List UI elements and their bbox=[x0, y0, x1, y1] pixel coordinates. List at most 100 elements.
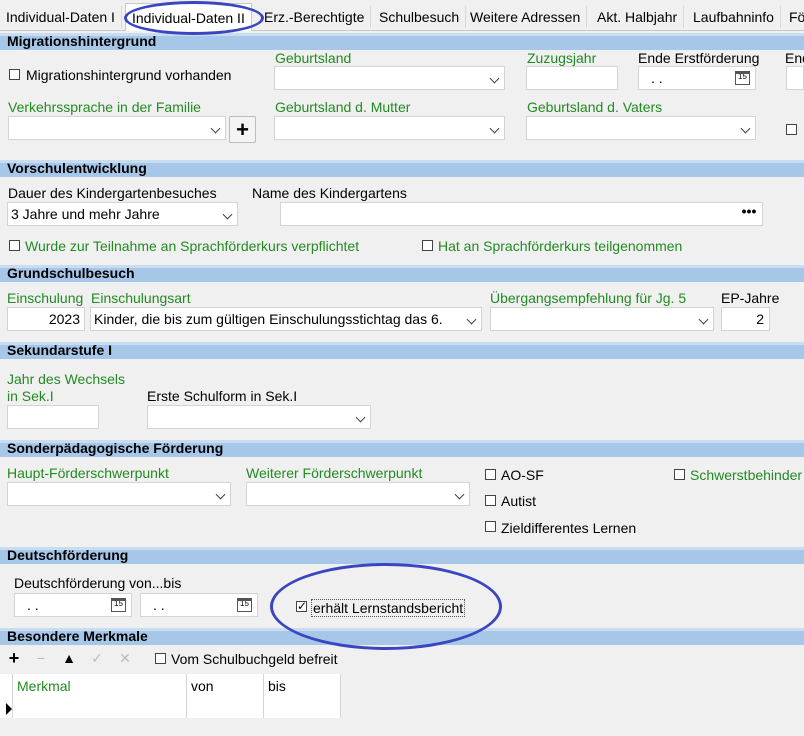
end-cut-field[interactable] bbox=[786, 66, 804, 90]
current-row-indicator-icon bbox=[6, 703, 12, 715]
tab-individual-daten-1[interactable]: Individual-Daten I bbox=[0, 6, 122, 28]
einschulung-input[interactable]: 2023 bbox=[7, 307, 85, 331]
tab-foerder[interactable]: Fö bbox=[783, 6, 804, 28]
geburtsland-mutter-select[interactable] bbox=[274, 116, 505, 140]
geburtsland-vaters-select[interactable] bbox=[526, 116, 756, 140]
chevron-down-icon bbox=[355, 412, 366, 423]
ep-jahre-input[interactable]: 2 bbox=[721, 307, 770, 331]
jahr-wechsel-input[interactable] bbox=[7, 405, 99, 429]
tab-individual-daten-2[interactable]: Individual-Daten II bbox=[125, 3, 252, 31]
geburtsland-mutter-label: Geburtsland d. Mutter bbox=[275, 99, 411, 115]
tab-laufbahninfo[interactable]: Laufbahninfo bbox=[687, 6, 781, 28]
sprachfoerderkurs-teilgenommen-checkbox[interactable] bbox=[422, 240, 433, 251]
more-options-button[interactable]: ••• bbox=[738, 204, 760, 222]
einschulungsart-select[interactable]: Kinder, die bis zum gültigen Einschulung… bbox=[90, 307, 482, 331]
zuzugsjahr-input[interactable] bbox=[526, 66, 618, 90]
deutschfoerderung-bis-date[interactable]: . . 15 bbox=[140, 593, 258, 617]
lernstandsbericht-label: erhält Lernstandsbericht bbox=[311, 599, 466, 617]
section-title: Sekundarstufe I bbox=[7, 342, 113, 358]
zieldifferentes-lernen-label: Zieldifferentes Lernen bbox=[501, 520, 637, 536]
ende-erstfoerderung-date[interactable]: . . 15 bbox=[638, 66, 756, 90]
lernstandsbericht-checkbox[interactable] bbox=[296, 598, 307, 614]
tab-erz-berechtigte[interactable]: Erz.-Berechtigte bbox=[258, 6, 372, 28]
chevron-down-icon bbox=[698, 314, 709, 325]
dauer-kindergarten-select[interactable]: 3 Jahre und mehr Jahre bbox=[7, 202, 238, 226]
add-icon[interactable]: + bbox=[3, 648, 25, 668]
chevron-down-icon bbox=[222, 209, 233, 220]
sprachfoerderkurs-teilgenommen-label: Hat an Sprachförderkurs teilgenommen bbox=[438, 238, 683, 254]
column-header-von[interactable]: von bbox=[187, 674, 264, 718]
tab-akt-halbjahr[interactable]: Akt. Halbjahr bbox=[591, 6, 685, 28]
dauer-kindergarten-value: 3 Jahre und mehr Jahre bbox=[11, 206, 160, 222]
weiterer-foerderschwerpunkt-label: Weiterer Förderschwerpunkt bbox=[246, 465, 423, 481]
section-header-merkmale: Besondere Merkmale bbox=[0, 628, 804, 645]
deutschfoerderung-von-bis-label: Deutschförderung von...bis bbox=[14, 575, 182, 591]
name-kindergarten-input[interactable]: ••• bbox=[280, 202, 763, 226]
calendar-icon[interactable]: 15 bbox=[111, 598, 126, 612]
tab-schulbesuch[interactable]: Schulbesuch bbox=[373, 6, 467, 28]
chevron-down-icon bbox=[740, 123, 751, 134]
ao-sf-label: AO-SF bbox=[501, 467, 544, 483]
deutschfoerderung-bis-value: . . bbox=[153, 597, 165, 613]
sprachfoerderkurs-verpflichtet-checkbox[interactable] bbox=[9, 240, 20, 251]
jahr-wechsel-label-2: in Sek.I bbox=[7, 388, 54, 404]
sprachfoerderkurs-verpflichtet-label: Wurde zur Teilnahme an Sprachförderkurs … bbox=[25, 238, 360, 254]
section-title: Migrationshintergrund bbox=[7, 33, 157, 49]
end-cut-label: End bbox=[785, 50, 804, 66]
chevron-down-icon bbox=[215, 489, 226, 500]
section-title: Deutschförderung bbox=[7, 547, 129, 563]
ep-jahre-label: EP-Jahre bbox=[721, 290, 780, 306]
tab-weitere-adressen[interactable]: Weitere Adressen bbox=[464, 6, 588, 28]
migrationshintergrund-label: Migrationshintergrund vorhanden bbox=[26, 67, 232, 83]
autist-checkbox[interactable] bbox=[485, 495, 496, 506]
remove-icon[interactable]: − bbox=[30, 648, 52, 668]
geburtsland-select[interactable] bbox=[274, 66, 505, 90]
move-up-icon[interactable]: ▲ bbox=[58, 648, 80, 668]
calendar-icon[interactable]: 15 bbox=[735, 71, 750, 85]
schwerstbehindert-label: Schwerstbehinder bbox=[690, 467, 803, 483]
einschulungsart-value: Kinder, die bis zum gültigen Einschulung… bbox=[94, 311, 443, 327]
erste-schulform-select[interactable] bbox=[147, 405, 371, 429]
section-header-sonder: Sonderpädagogische Förderung bbox=[0, 440, 804, 457]
erste-schulform-label: Erste Schulform in Sek.I bbox=[147, 388, 298, 404]
calendar-icon[interactable]: 15 bbox=[237, 598, 252, 612]
column-header-bis[interactable]: bis bbox=[264, 674, 341, 718]
chevron-down-icon bbox=[210, 123, 221, 134]
name-kindergarten-label: Name des Kindergartens bbox=[252, 185, 407, 201]
ende-erstfoerderung-label: Ende Erstförderung bbox=[638, 50, 760, 66]
deutschfoerderung-von-date[interactable]: . . 15 bbox=[14, 593, 132, 617]
cancel-icon[interactable]: ✕ bbox=[114, 648, 136, 668]
dauer-kindergarten-label: Dauer des Kindergartenbesuches bbox=[8, 185, 217, 201]
cut-checkbox[interactable] bbox=[786, 124, 797, 135]
haupt-foerderschwerpunkt-select[interactable] bbox=[7, 482, 231, 506]
section-title: Vorschulentwicklung bbox=[7, 160, 147, 176]
merkmale-table: Merkmal von bis bbox=[0, 674, 341, 718]
uebergangsempfehlung-label: Übergangsempfehlung für Jg. 5 bbox=[490, 290, 687, 306]
verkehrssprache-select[interactable] bbox=[8, 116, 226, 140]
ende-erstfoerderung-value: . . bbox=[651, 70, 663, 86]
jahr-wechsel-label-1: Jahr des Wechsels bbox=[7, 371, 126, 387]
geburtsland-vaters-label: Geburtsland d. Vaters bbox=[527, 99, 663, 115]
deutschfoerderung-von-value: . . bbox=[27, 597, 39, 613]
section-title: Besondere Merkmale bbox=[7, 628, 148, 644]
section-title: Sonderpädagogische Förderung bbox=[7, 440, 224, 456]
uebergangsempfehlung-select[interactable] bbox=[490, 307, 714, 331]
schwerstbehindert-checkbox[interactable] bbox=[674, 469, 685, 480]
zieldifferentes-lernen-checkbox[interactable] bbox=[485, 521, 496, 532]
tab-bar: Individual-Daten I Individual-Daten II E… bbox=[0, 0, 804, 31]
section-header-deutsch: Deutschförderung bbox=[0, 547, 804, 564]
migrationshintergrund-checkbox[interactable] bbox=[9, 69, 20, 80]
chevron-down-icon bbox=[466, 314, 477, 325]
confirm-icon[interactable]: ✓ bbox=[86, 648, 108, 668]
einschulungsart-label: Einschulungsart bbox=[91, 290, 191, 306]
weiterer-foerderschwerpunkt-select[interactable] bbox=[246, 482, 470, 506]
haupt-foerderschwerpunkt-label: Haupt-Förderschwerpunkt bbox=[7, 465, 169, 481]
ao-sf-checkbox[interactable] bbox=[485, 469, 496, 480]
column-header-merkmal[interactable]: Merkmal bbox=[12, 674, 187, 718]
schulbuchgeld-label: Vom Schulbuchgeld befreit bbox=[171, 651, 338, 667]
section-header-vorschule: Vorschulentwicklung bbox=[0, 160, 804, 177]
chevron-down-icon bbox=[489, 73, 500, 84]
add-sprache-button[interactable]: + bbox=[229, 116, 256, 143]
section-header-grundschule: Grundschulbesuch bbox=[0, 265, 804, 282]
schulbuchgeld-checkbox[interactable] bbox=[155, 653, 166, 664]
